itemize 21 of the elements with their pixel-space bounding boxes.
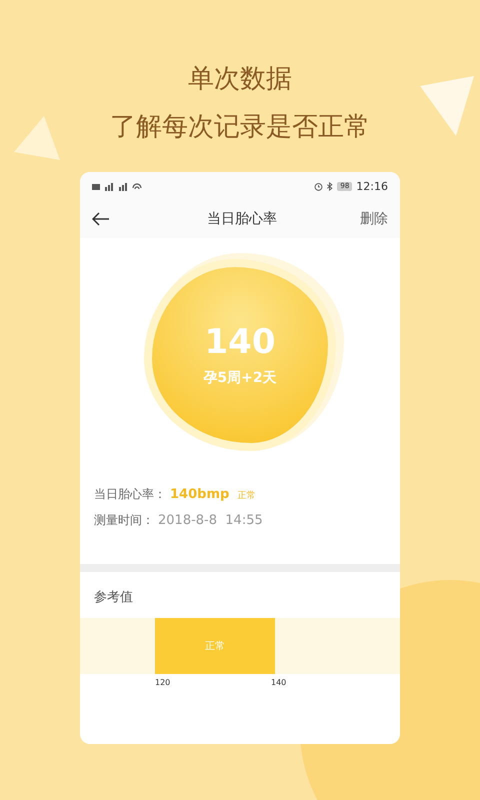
alarm-icon (314, 182, 324, 190)
headline-text: 了解每次记录是否正常 (110, 111, 370, 144)
detail-label: 当日胎心率： (94, 486, 166, 503)
detail-value: 140bmp (170, 487, 230, 502)
status-time: 12:16 (356, 180, 388, 192)
tick-label: 120 (155, 678, 172, 687)
detail-value: 2018-8-8 14:55 (158, 513, 263, 528)
delete-button[interactable]: 删除 (360, 208, 388, 230)
tick-label: 140 (271, 678, 288, 687)
detail-label: 测量时间： (94, 512, 154, 529)
triangle-decoration (14, 116, 60, 160)
bluetooth-icon (327, 182, 334, 190)
back-arrow-icon[interactable] (92, 212, 110, 226)
section-title: 参考值 (93, 589, 134, 607)
gestation-label: 孕5周+2天 (203, 369, 277, 387)
heart-rate-value: 140 (204, 323, 276, 361)
status-tag: 正常 (237, 489, 256, 502)
normal-range-bar: 正常 (155, 618, 275, 674)
triangle-decoration (420, 76, 474, 136)
headline-text: 单次数据 (188, 63, 292, 96)
screen-title: 当日胎心率 (207, 210, 277, 228)
